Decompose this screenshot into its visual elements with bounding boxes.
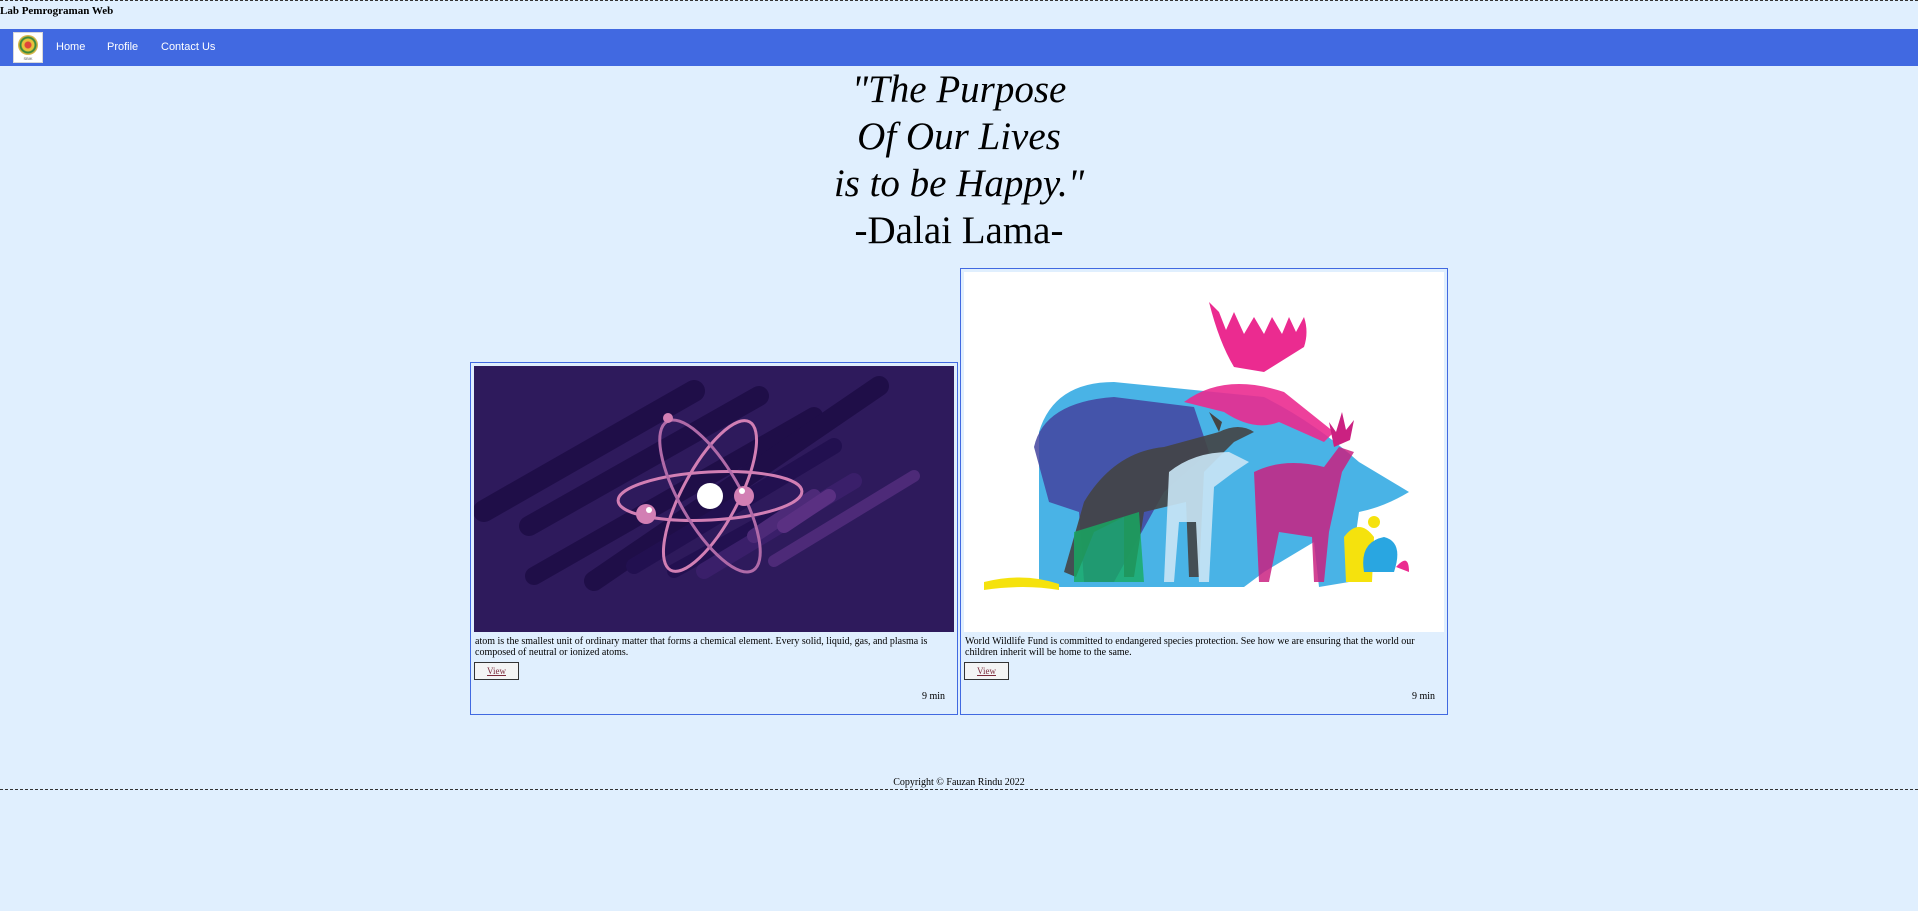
view-button[interactable]: View [964,662,1009,680]
logo-emblem-icon [18,34,38,55]
wildlife-card: World Wildlife Fund is committed to enda… [960,268,1448,715]
read-time: 9 min [1411,691,1435,702]
wildlife-illustration [964,272,1444,632]
navbar: SBIK Home Profile Contact Us [0,29,1918,66]
logo[interactable]: SBIK [13,32,43,63]
view-button[interactable]: View [474,662,519,680]
nav-profile-link[interactable]: Profile [107,29,138,66]
quote-author: -Dalai Lama- [854,209,1064,252]
nav-home-link[interactable]: Home [56,29,85,66]
atom-card: atom is the smallest unit of ordinary ma… [470,362,958,715]
quote-block: "The Purpose Of Our Lives is to be Happy… [0,66,1918,254]
footer: Copyright © Fauzan Rindu 2022 [0,775,1918,790]
read-time: 9 min [921,691,945,702]
card-description: World Wildlife Fund is committed to enda… [965,636,1415,658]
card-description: atom is the smallest unit of ordinary ma… [475,636,928,658]
quote-line: is to be Happy." [833,162,1085,205]
atom-illustration [474,366,954,632]
quote-line: "The Purpose [851,68,1067,111]
nav-contact-link[interactable]: Contact Us [161,29,215,66]
site-title: Lab Pemrograman Web [0,5,114,17]
site-header: Lab Pemrograman Web [0,0,1918,29]
logo-text: SBIK [23,55,33,61]
copyright-text: Copyright © Fauzan Rindu 2022 [893,777,1025,788]
quote-line: Of Our Lives [857,115,1061,158]
